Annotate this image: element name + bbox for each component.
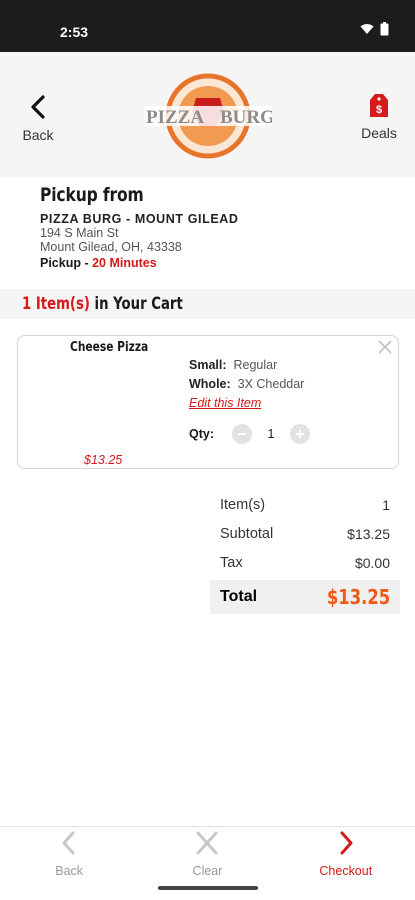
order-summary: Item(s) 1 Subtotal $13.25 Tax $0.00 Tota… [210,490,400,614]
price-tag-icon: $ [370,94,388,117]
total-label: Total [220,588,258,605]
nav-back-label: Back [55,864,84,878]
pickup-info: Pickup from PIZZA BURG - MOUNT GILEAD 19… [40,184,400,270]
battery-icon [380,22,389,36]
bottom-nav: Back Clear Checkout [0,826,415,882]
item-option-whole: Whole: 3X Cheddar [189,377,305,391]
header-deals-label: Deals [361,125,397,141]
address-line1: 194 S Main St [40,226,119,240]
chevron-left-icon [31,95,45,119]
tax-value: $0.00 [354,554,390,571]
remove-item-button[interactable] [378,338,392,359]
summary-items-row: Item(s) 1 [210,490,400,519]
tax-label: Tax [220,554,243,571]
nav-checkout-button[interactable]: Checkout [277,827,415,882]
pizza-burg-logo: PIZZA BURG [144,73,272,159]
cart-heading-suffix: in Your Cart [89,294,183,314]
quantity-stepper: Qty: 1 [189,424,310,444]
svg-text:$: $ [376,104,382,116]
summary-total-row: Total $13.25 [210,580,400,614]
summary-subtotal-row: Subtotal $13.25 [210,519,400,548]
cart-heading: 1 Item(s) in Your Cart [0,289,415,319]
status-bar: 2:53 [0,0,415,52]
qty-label: Qty: [189,427,214,441]
total-value: $13.25 [326,585,390,609]
nav-clear-label: Clear [192,864,223,878]
item-price: $13.25 [84,453,123,467]
increase-qty-button[interactable] [290,424,310,444]
chevron-right-icon [340,831,353,855]
close-icon [378,340,392,354]
header-back-label: Back [22,127,54,143]
qty-value: 1 [267,427,275,441]
minus-icon [238,433,246,435]
logo-text-right: BURG [220,107,272,128]
wifi-icon [360,24,374,34]
status-time: 2:53 [60,24,89,40]
cart-item-count: 1 Item(s) [22,294,90,314]
chevron-left-icon [62,831,75,855]
decrease-qty-button[interactable] [232,424,252,444]
status-icons [360,22,389,36]
logo-text-left: PIZZA [146,107,204,128]
plus-icon [296,430,304,438]
items-value: 1 [382,496,390,513]
pickup-time-line: Pickup - 20 Minutes [40,256,400,270]
nav-clear-button[interactable]: Clear [138,827,276,882]
subtotal-label: Subtotal [220,525,274,542]
summary-tax-row: Tax $0.00 [210,548,400,577]
app-header: Back PIZZA BURG $ Deals [0,52,415,177]
header-deals-button[interactable]: $ Deals [357,90,401,141]
address-line2: Mount Gilead, OH, 43338 [40,240,182,254]
home-indicator[interactable] [158,886,258,890]
items-label: Item(s) [220,496,266,513]
cart-item-card: Cheese Pizza Small: Regular Whole: 3X Ch… [17,335,399,469]
close-icon [196,831,218,855]
header-back-button[interactable]: Back [18,94,58,143]
pickup-time: 20 Minutes [92,256,157,270]
subtotal-value: $13.25 [347,525,390,542]
pickup-label: Pickup [40,256,81,270]
nav-back-button[interactable]: Back [0,827,138,882]
item-options: Small: Regular Whole: 3X Cheddar Edit th… [189,356,304,413]
store-name: PIZZA BURG - MOUNT GILEAD [40,212,239,226]
item-name: Cheese Pizza [70,340,149,355]
edit-item-link[interactable]: Edit this Item [189,394,261,413]
nav-checkout-label: Checkout [319,864,373,878]
pickup-title: Pickup from [40,184,144,206]
item-option-size: Small: Regular [189,358,278,372]
pickup-separator: - [81,256,93,270]
